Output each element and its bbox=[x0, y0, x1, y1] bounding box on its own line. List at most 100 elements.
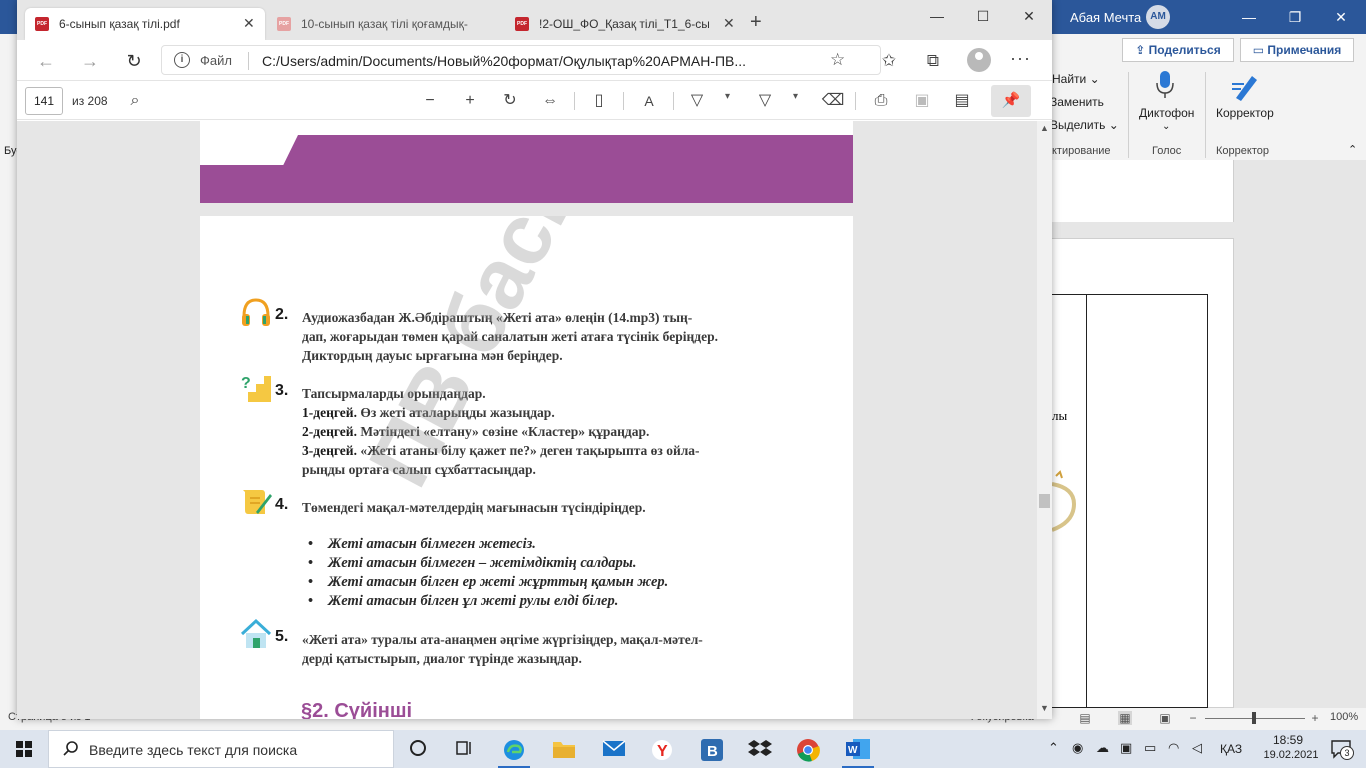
volume-icon[interactable]: ◁ bbox=[1192, 740, 1202, 756]
task-line: Аудиожазбадан Ж.Әбдіраштың «Жеті ата» өл… bbox=[302, 310, 693, 325]
ribbon-corrector-group-label: Корректор bbox=[1216, 145, 1269, 157]
input-language-indicator[interactable]: ҚАЗ bbox=[1220, 742, 1242, 756]
word-user-name[interactable]: Абая Мечта bbox=[1070, 10, 1141, 25]
dictate-chevron-icon[interactable]: ⌄ bbox=[1162, 121, 1170, 132]
clock-date[interactable]: 19.02.2021 bbox=[1262, 749, 1320, 761]
favorites-icon[interactable]: ✩ bbox=[877, 49, 901, 73]
show-hidden-icons-chevron-icon[interactable]: ⌃ bbox=[1048, 740, 1059, 756]
rotate-icon[interactable]: ↻ bbox=[498, 89, 522, 113]
antivirus-icon[interactable]: ▣ bbox=[1120, 740, 1132, 756]
print-layout-icon[interactable]: ▦ bbox=[1118, 711, 1132, 725]
ribbon-select-button[interactable]: Выделить ⌄ bbox=[1050, 118, 1119, 132]
svg-text:?: ? bbox=[241, 375, 251, 392]
windows-start-icon[interactable] bbox=[0, 730, 48, 768]
zoom-out-icon[interactable]: − bbox=[1186, 711, 1200, 725]
taskbar-file-explorer[interactable] bbox=[540, 730, 588, 768]
vertical-scrollbar[interactable]: ▲ ▼ bbox=[1037, 121, 1052, 719]
battery-icon[interactable]: ▭ bbox=[1144, 740, 1156, 756]
dropbox-icon bbox=[748, 740, 772, 756]
url-text[interactable]: C:/Users/admin/Documents/Новый%20формат/… bbox=[262, 53, 822, 69]
search-placeholder: Введите здесь текст для поиска bbox=[89, 742, 298, 758]
taskbar-mail[interactable] bbox=[590, 730, 638, 768]
taskbar-search-input[interactable]: Введите здесь текст для поиска bbox=[48, 730, 394, 768]
b-app-icon: B bbox=[701, 739, 723, 761]
word-table-text: лы bbox=[1052, 408, 1068, 423]
word-minimize-button[interactable]: — bbox=[1226, 0, 1272, 34]
forward-arrow-icon[interactable]: → bbox=[77, 48, 103, 74]
save-as-icon[interactable]: ▤ bbox=[950, 89, 974, 113]
task-line: Тапсырмаларды орындаңдар. bbox=[302, 386, 486, 401]
chevron-down-icon[interactable]: ▾ bbox=[725, 91, 730, 102]
fit-width-icon[interactable]: ⇔ bbox=[538, 89, 562, 113]
scrollbar-thumb[interactable] bbox=[1039, 494, 1050, 508]
search-icon[interactable]: ⌕ bbox=[123, 89, 147, 113]
taskbar-dropbox[interactable] bbox=[736, 730, 784, 768]
ribbon-replace-button[interactable]: Заменить bbox=[1050, 95, 1104, 109]
microphone-icon[interactable] bbox=[1155, 70, 1175, 100]
corrector-pen-icon[interactable] bbox=[1228, 70, 1262, 102]
edge-minimize-button[interactable]: — bbox=[914, 4, 960, 28]
word-restore-button[interactable]: ❐ bbox=[1272, 0, 1318, 34]
web-layout-icon[interactable]: ▣ bbox=[1158, 711, 1172, 725]
location-icon[interactable]: ◉ bbox=[1072, 740, 1083, 756]
section-title: §2. Сүйінші bbox=[301, 700, 413, 719]
zoom-in-icon[interactable]: + bbox=[458, 89, 482, 113]
tab-close-icon[interactable]: ✕ bbox=[723, 15, 735, 32]
task-number: 4. bbox=[275, 496, 289, 513]
address-input[interactable]: i Файл C:/Users/admin/Documents/Новый%20… bbox=[161, 45, 881, 75]
word-user-avatar[interactable]: AM bbox=[1146, 5, 1170, 29]
zoom-out-icon[interactable]: − bbox=[418, 89, 442, 113]
new-tab-button[interactable]: + bbox=[750, 12, 762, 32]
collapse-ribbon-icon[interactable]: ⌃ bbox=[1348, 143, 1357, 156]
scroll-down-arrow-icon[interactable]: ▼ bbox=[1040, 703, 1049, 713]
back-arrow-icon[interactable]: ← bbox=[33, 48, 59, 74]
tab-pdf-1[interactable]: PDF 6-сынып қазақ тілі.pdf ✕ bbox=[25, 8, 265, 40]
page-number-input[interactable]: 141 bbox=[25, 87, 63, 115]
highlight-icon[interactable]: ▽ bbox=[753, 89, 777, 113]
ribbon-find-button[interactable]: Найти ⌄ bbox=[1052, 72, 1100, 86]
print-icon[interactable]: ⎙ bbox=[869, 89, 893, 113]
word-share-button[interactable]: ⇪ Поделиться bbox=[1122, 38, 1234, 62]
read-mode-icon[interactable]: ▤ bbox=[1078, 711, 1092, 725]
word-notes-button[interactable]: ▭ Примечания bbox=[1240, 38, 1354, 62]
reload-icon[interactable]: ↻ bbox=[121, 48, 147, 74]
taskbar-b-app[interactable]: B bbox=[688, 730, 736, 768]
profile-avatar[interactable] bbox=[967, 48, 991, 72]
ribbon-dictate-button[interactable]: Диктофон bbox=[1139, 106, 1194, 120]
taskbar-word[interactable]: W bbox=[834, 730, 882, 768]
zoom-level[interactable]: 100% bbox=[1330, 711, 1358, 723]
task-line: 2-деңгей. Мәтіндегі «елтану» сөзіне «Кла… bbox=[302, 424, 650, 439]
collections-icon[interactable]: ⧉ bbox=[921, 49, 945, 73]
draw-icon[interactable]: ▽ bbox=[685, 89, 709, 113]
ribbon-corrector-button[interactable]: Корректор bbox=[1216, 106, 1274, 120]
eraser-icon[interactable]: ⌫ bbox=[821, 89, 845, 113]
cortana-button[interactable] bbox=[394, 730, 442, 768]
zoom-in-icon[interactable]: + bbox=[1308, 711, 1322, 725]
pdf-viewer[interactable]: 140 2. Аудиожазбадан Ж.Әбдіраштың «Жеті … bbox=[17, 121, 1052, 719]
edge-maximize-button[interactable]: ☐ bbox=[960, 4, 1006, 28]
tab-pdf-3[interactable]: PDF !2-ОШ_ФО_Қазақ тілі_Т1_6-сын ✕ bbox=[505, 8, 745, 40]
clock-time[interactable]: 18:59 bbox=[1262, 733, 1314, 747]
edge-close-button[interactable]: ✕ bbox=[1006, 4, 1052, 28]
pin-toolbar-icon[interactable]: 📌 bbox=[991, 85, 1031, 117]
task-text: Төмендегі мақал-мәтелдердің мағынасын тү… bbox=[302, 498, 782, 517]
add-favorite-icon[interactable]: ☆ bbox=[830, 50, 845, 70]
onedrive-cloud-icon[interactable]: ☁ bbox=[1096, 740, 1109, 756]
word-close-button[interactable]: ✕ bbox=[1318, 0, 1364, 34]
taskbar-yandex[interactable]: Y bbox=[638, 730, 686, 768]
tab-pdf-2[interactable]: PDF 10-сынып қазақ тілі қоғамдық- bbox=[267, 8, 503, 40]
task-view-button[interactable] bbox=[440, 730, 488, 768]
read-aloud-icon[interactable]: A bbox=[637, 89, 661, 113]
tab-close-icon[interactable]: ✕ bbox=[243, 15, 255, 32]
info-icon[interactable]: i bbox=[174, 52, 190, 68]
question-stairs-icon: ? bbox=[241, 375, 271, 402]
save-icon[interactable]: ▣ bbox=[910, 89, 934, 113]
chevron-down-icon[interactable]: ▾ bbox=[793, 91, 798, 102]
page-view-icon[interactable]: ▯ bbox=[587, 89, 611, 113]
taskbar-chrome[interactable] bbox=[784, 730, 832, 768]
more-menu-icon[interactable]: ··· bbox=[1010, 48, 1031, 69]
scroll-up-arrow-icon[interactable]: ▲ bbox=[1040, 123, 1049, 133]
wifi-icon[interactable]: ◠ bbox=[1168, 740, 1179, 756]
zoom-slider-thumb[interactable] bbox=[1252, 712, 1256, 724]
taskbar-edge[interactable] bbox=[490, 730, 538, 768]
